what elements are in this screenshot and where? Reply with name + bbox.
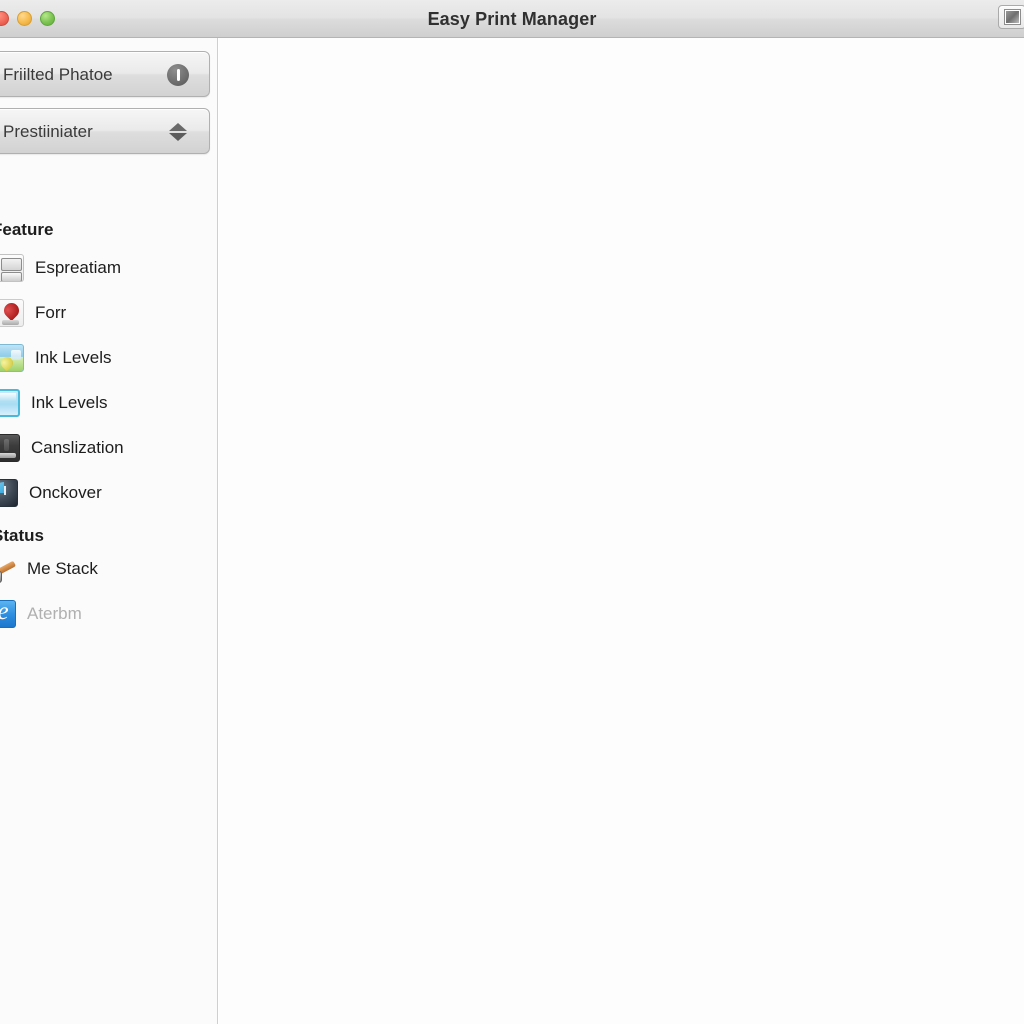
sidebar-item-ink-levels-1[interactable]: Ink Levels — [0, 339, 217, 377]
application-window: Easy Print Manager Friilted Phatoe Prest… — [0, 0, 1024, 1024]
sidebar-item-label: Forr — [35, 303, 67, 322]
sidebar-item-ink-levels-2[interactable]: Ink Levels — [0, 384, 217, 422]
sidebar-item-label: Me Stack — [27, 559, 98, 578]
window-title: Easy Print Manager — [427, 9, 597, 29]
ink-cartridge-icon — [0, 389, 20, 417]
sidebar-item-label: Ink Levels — [31, 393, 108, 412]
clock-icon — [0, 479, 18, 507]
sidebar-item-label: Aterbm — [27, 604, 82, 623]
sidebar-item-me-stack[interactable]: Me Stack — [0, 550, 217, 588]
sidebar-item-label: Canslization — [31, 438, 124, 457]
sidebar-item-canslization[interactable]: Canslization — [0, 429, 217, 467]
maintenance-icon — [0, 434, 20, 462]
sidebar: Friilted Phatoe Prestiiniater Feature Es… — [0, 38, 218, 1024]
sidebar-item-onckover[interactable]: Onckover — [0, 474, 217, 512]
tool-stack-icon — [0, 555, 16, 583]
sidebar-item-label: Espreatiam — [35, 258, 121, 277]
chevron-updown-icon[interactable] — [167, 121, 189, 143]
alert-e-icon — [0, 600, 16, 628]
section-header-status: Status — [0, 526, 44, 545]
info-icon[interactable] — [167, 64, 189, 86]
printer-select-popup-label: Prestiiniater — [3, 122, 93, 141]
ink-levels-icon — [0, 344, 24, 372]
fax-icon — [0, 299, 24, 327]
scanner-icon — [0, 254, 24, 282]
sidebar-item-label: Ink Levels — [35, 348, 112, 367]
image-thumbnail-icon — [1004, 9, 1021, 25]
printer-select-popup-button[interactable]: Prestiiniater — [0, 108, 210, 154]
sidebar-item-forr[interactable]: Forr — [0, 294, 217, 332]
sidebar-item-aterbm[interactable]: Aterbm — [0, 595, 217, 633]
title-bar: Easy Print Manager — [0, 0, 1024, 38]
content-pane — [219, 38, 1024, 1024]
sidebar-item-espreatiam[interactable]: Espreatiam — [0, 249, 217, 287]
sidebar-item-label: Onckover — [29, 483, 102, 502]
printer-status-popup-label: Friilted Phatoe — [3, 65, 113, 84]
section-header-feature: Feature — [0, 220, 54, 239]
printer-status-popup-button[interactable]: Friilted Phatoe — [0, 51, 210, 97]
toolbar-right-button[interactable] — [998, 5, 1024, 29]
